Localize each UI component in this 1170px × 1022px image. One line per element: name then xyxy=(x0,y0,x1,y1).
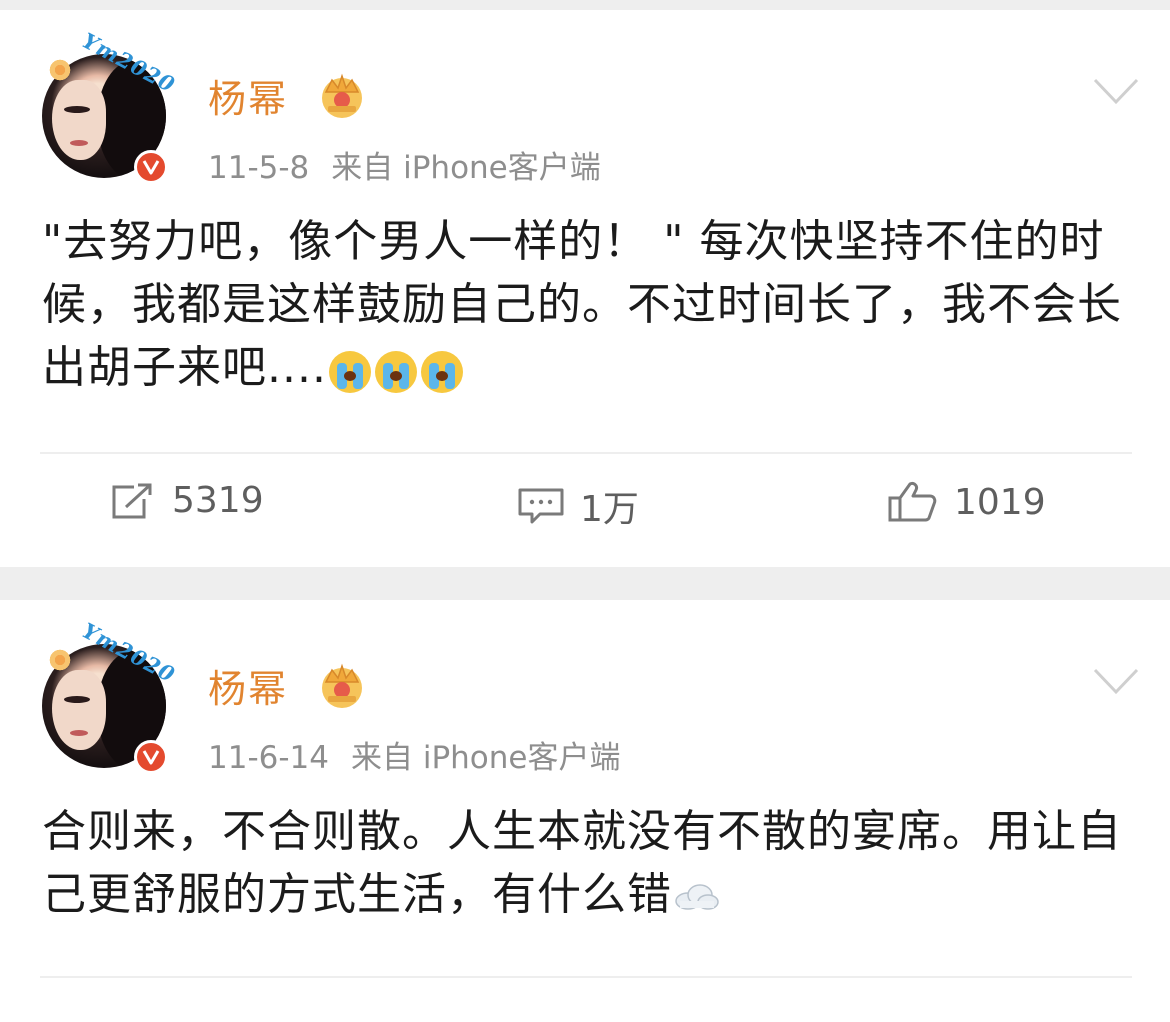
author-name[interactable]: 杨幂 xyxy=(208,68,288,123)
like-icon xyxy=(888,482,937,522)
verified-v-icon xyxy=(134,740,168,774)
chevron-down-icon[interactable] xyxy=(1092,666,1140,696)
post-meta: 11-6-14 来自 iPhone客户端 xyxy=(208,732,621,777)
repost-button[interactable]: 5319 xyxy=(108,480,264,521)
repost-icon xyxy=(112,483,152,518)
like-count: 1019 xyxy=(954,481,1046,523)
avatar-frame-flower-icon xyxy=(48,648,72,672)
post-content: "去努力吧，像个男人一样的！ " 每次快坚持不住的时候，我都是这样鼓励自己的。不… xyxy=(42,210,1147,402)
post-actions: 5319 1万 1019 xyxy=(0,480,1170,550)
post-meta: 11-5-8 来自 iPhone客户端 xyxy=(208,142,601,187)
post-source[interactable]: 来自 iPhone客户端 xyxy=(351,740,621,776)
top-separator xyxy=(0,0,1170,10)
chevron-down-icon[interactable] xyxy=(1092,76,1140,106)
cloud-icon xyxy=(675,884,719,910)
weibo-post-1[interactable]: Ym2020 杨幂 11-5-8 来自 iPhone客户端 "去努力吧，像个男人一… xyxy=(0,10,1170,567)
crying-face-icon xyxy=(374,350,417,393)
author-avatar[interactable]: Ym2020 xyxy=(38,28,180,190)
comment-button[interactable]: 1万 xyxy=(516,480,639,532)
divider xyxy=(40,976,1132,978)
crown-icon xyxy=(322,73,362,118)
comment-icon xyxy=(518,488,564,524)
post-source[interactable]: 来自 iPhone客户端 xyxy=(331,150,601,186)
repost-count: 5319 xyxy=(172,480,264,521)
weibo-post-2[interactable]: Ym2020 杨幂 11-6-14 来自 iPhone客户端 合则来，不合则散。人… xyxy=(0,600,1170,1022)
emoji-group xyxy=(328,339,467,402)
post-content: 合则来，不合则散。人生本就没有不散的宴席。用让自己更舒服的方式生活，有什么错 xyxy=(42,800,1147,926)
author-avatar[interactable]: Ym2020 xyxy=(38,618,180,780)
comment-count: 1万 xyxy=(580,489,639,530)
avatar-frame-flower-icon xyxy=(48,58,72,82)
verified-v-icon xyxy=(134,150,168,184)
crown-icon xyxy=(322,663,362,708)
post-date: 11-6-14 xyxy=(208,740,329,776)
crying-face-icon xyxy=(420,350,463,393)
post-text: 合则来，不合则散。人生本就没有不散的宴席。用让自己更舒服的方式生活，有什么错 xyxy=(42,806,1122,920)
post-text: "去努力吧，像个男人一样的！ " 每次快坚持不住的时候，我都是这样鼓励自己的。不… xyxy=(42,216,1122,393)
like-button[interactable]: 1019 xyxy=(886,480,1046,524)
crying-face-icon xyxy=(328,350,371,393)
author-name[interactable]: 杨幂 xyxy=(208,658,288,713)
post-date: 11-5-8 xyxy=(208,150,310,186)
divider xyxy=(40,452,1132,454)
